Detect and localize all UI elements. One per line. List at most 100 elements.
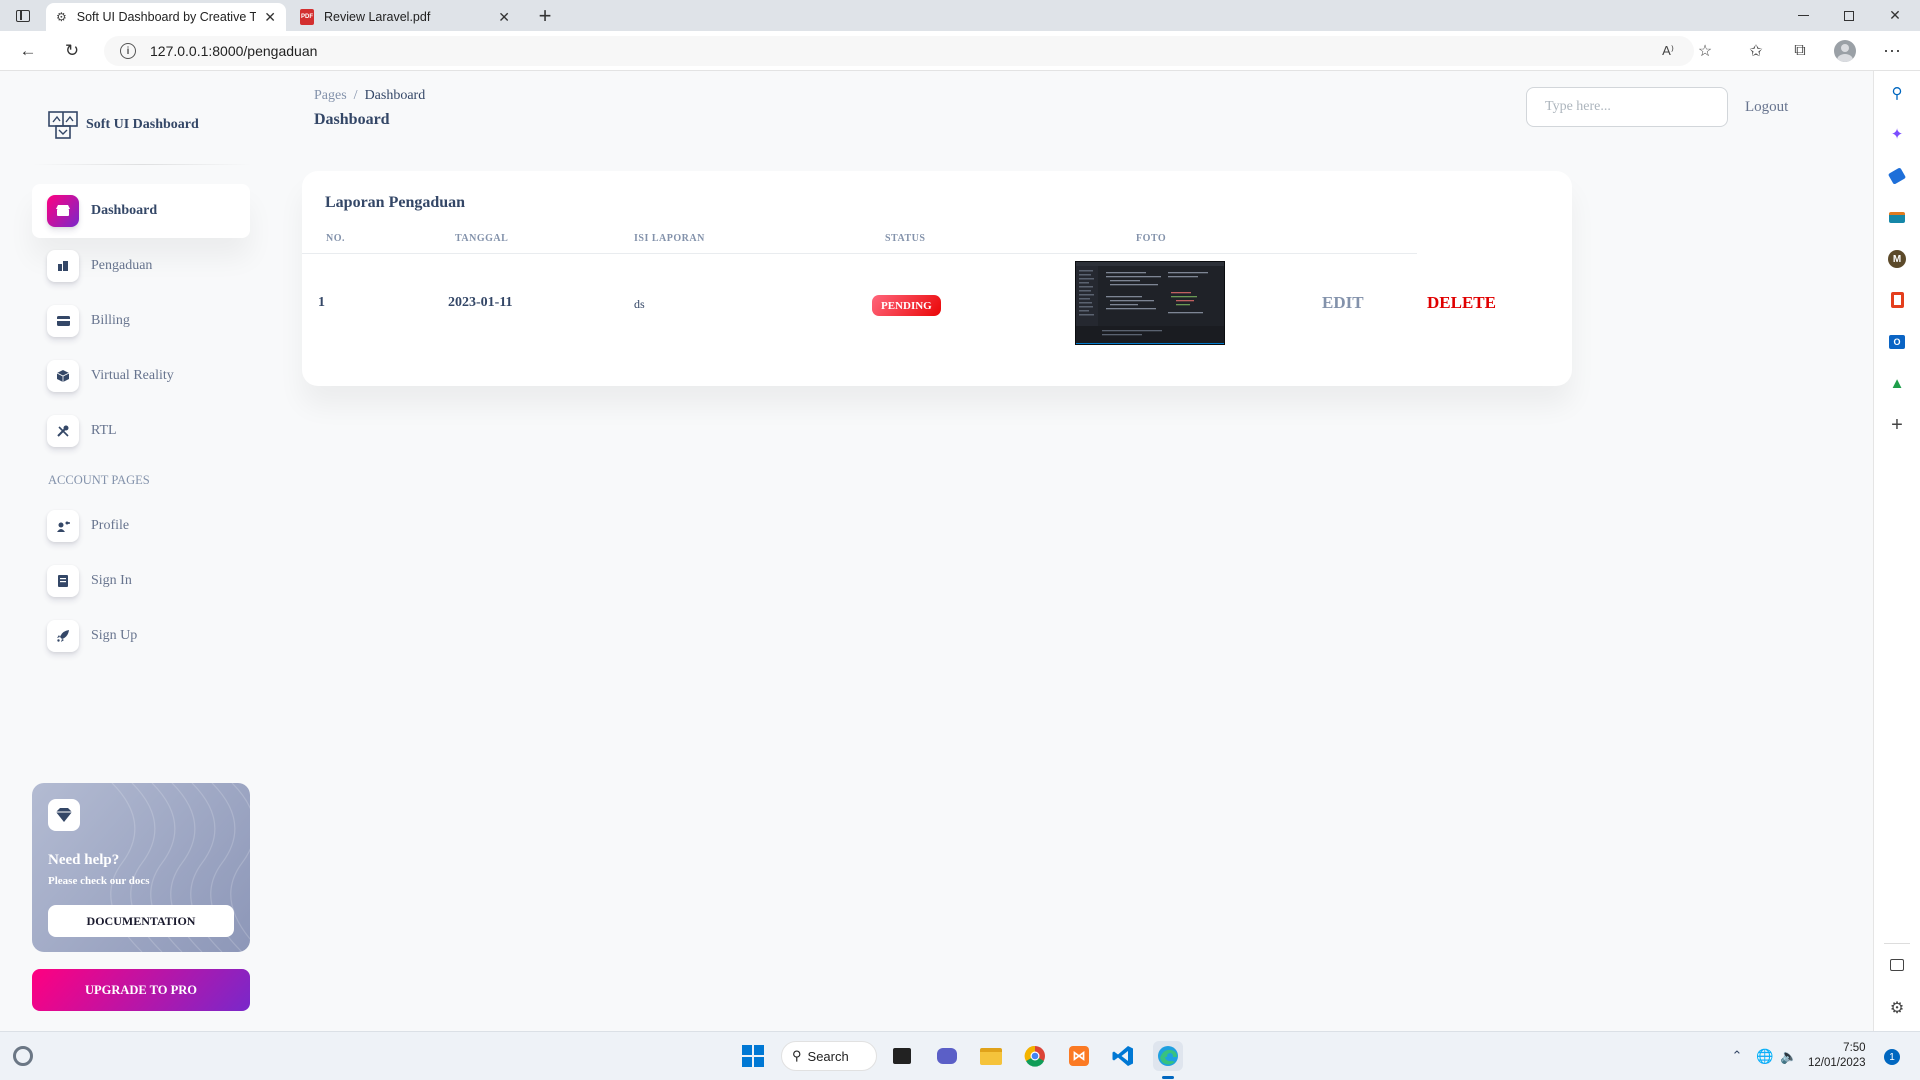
refresh-button[interactable]: ↻ — [58, 38, 86, 64]
outlook-button[interactable]: O — [1885, 330, 1909, 354]
settings-more-button[interactable]: ⋯ — [1880, 39, 1904, 63]
restore-button[interactable] — [1826, 0, 1872, 31]
edge-sidebar-divider — [1884, 943, 1910, 944]
back-button[interactable]: ← — [14, 38, 42, 64]
breadcrumb-pages-link[interactable]: Pages — [314, 88, 347, 104]
brand-name: Soft UI Dashboard — [86, 117, 199, 132]
settings-icon — [47, 415, 79, 447]
taskbar-search[interactable]: ⚲ Search — [781, 1041, 877, 1071]
upgrade-to-pro-button[interactable]: UPGRADE TO PRO — [32, 969, 250, 1011]
breadcrumb-current: Dashboard — [364, 88, 426, 103]
documentation-button[interactable]: DOCUMENTATION — [48, 905, 234, 937]
read-aloud-button[interactable]: A⁾ — [1656, 39, 1680, 63]
table-row: 1 2023-01-11 ds PENDING EDIT DELETE — [302, 255, 1572, 355]
sidebar-toggle-icon — [1890, 959, 1904, 971]
chrome-icon — [1024, 1045, 1045, 1067]
favorites-button[interactable]: ✩ — [1744, 39, 1768, 63]
help-card-subtitle: Please check our docs — [48, 875, 150, 887]
tab-title: Soft UI Dashboard by Creative Ti — [76, 10, 257, 24]
refresh-icon: ↻ — [64, 41, 80, 60]
sidebar-item-profile[interactable]: Profile — [32, 499, 250, 553]
sidebar-item-sign-in[interactable]: Sign In — [32, 554, 250, 608]
globe-icon: 🌐 — [1756, 1047, 1774, 1064]
browser-tab-strip: ⚙ Soft UI Dashboard by Creative Ti ✕ PDF… — [0, 0, 1920, 31]
gear-icon: ⚙ — [1889, 1000, 1905, 1017]
sidebar-item-label: Sign Up — [91, 628, 138, 643]
m-app-button[interactable]: M — [1885, 247, 1909, 271]
sidebar-item-pengaduan[interactable]: Pengaduan — [32, 239, 250, 293]
breadcrumb-separator: / — [353, 88, 358, 103]
office-button[interactable] — [1885, 288, 1909, 312]
chrome-button[interactable] — [1020, 1041, 1050, 1071]
outlook-icon: O — [1889, 335, 1905, 349]
taskbar: ⚲ Search ⋈ ⌃ 🌐 🔈 7:50 12/01/2023 1 — [0, 1031, 1920, 1080]
column-header-foto: FOTO — [1136, 233, 1167, 244]
start-button[interactable] — [738, 1041, 768, 1071]
minimize-button[interactable] — [1780, 0, 1826, 31]
edge-button[interactable] — [1153, 1041, 1183, 1071]
search-sidebar-button[interactable]: ⚲ — [1885, 81, 1909, 105]
report-photo[interactable] — [1075, 261, 1225, 345]
help-card: Need help? Please check our docs DOCUMEN… — [32, 783, 250, 952]
brand-divider — [32, 164, 252, 165]
tab-dashboard[interactable]: ⚙ Soft UI Dashboard by Creative Ti ✕ — [46, 3, 286, 31]
profile-button[interactable] — [1833, 39, 1857, 63]
collections-button[interactable]: ⧉ — [1788, 39, 1812, 63]
add-sidebar-app-button[interactable]: + — [1885, 413, 1909, 437]
logout-link[interactable]: Logout — [1745, 99, 1788, 116]
delete-link[interactable]: DELETE — [1427, 293, 1496, 313]
xampp-icon: ⋈ — [1069, 1046, 1089, 1066]
tools-button[interactable] — [1885, 205, 1909, 229]
chat-icon — [937, 1048, 957, 1064]
file-explorer-button[interactable] — [976, 1041, 1006, 1071]
report-card-title: Laporan Pengaduan — [325, 194, 466, 211]
taskbar-clock[interactable]: 7:50 12/01/2023 — [1808, 1041, 1866, 1071]
sidenav: Soft UI Dashboard Dashboard Pengaduan Bi… — [0, 72, 268, 1031]
sidebar-settings-button[interactable]: ⚙ — [1885, 996, 1909, 1020]
report-card: Laporan Pengaduan NO. TANGGAL ISI LAPORA… — [302, 171, 1572, 386]
plus-icon: + — [538, 2, 552, 28]
sidebar-item-dashboard[interactable]: Dashboard — [32, 184, 250, 238]
customer-support-icon — [47, 510, 79, 542]
task-view-icon — [893, 1048, 911, 1064]
close-window-button[interactable]: ✕ — [1872, 0, 1918, 31]
weather-widget[interactable] — [8, 1041, 38, 1071]
shopping-button[interactable] — [1885, 164, 1909, 188]
favorite-button[interactable]: ☆ — [1693, 39, 1717, 63]
drop-button[interactable]: ▲ — [1885, 371, 1909, 395]
sidebar-item-virtual-reality[interactable]: Virtual Reality — [32, 349, 250, 403]
edit-link[interactable]: EDIT — [1322, 293, 1364, 313]
address-bar[interactable]: i 127.0.0.1:8000/pengaduan — [104, 36, 1694, 66]
site-info-icon[interactable]: i — [120, 43, 136, 59]
show-hidden-icons-button[interactable]: ⌃ — [1722, 1041, 1752, 1071]
minimize-icon — [1797, 14, 1809, 17]
search-input[interactable] — [1526, 87, 1728, 127]
brand-logo-icon — [48, 111, 78, 139]
new-tab-button[interactable]: + — [522, 0, 568, 31]
arrow-left-icon: ← — [19, 41, 37, 60]
tab-review-pdf[interactable]: PDF Review Laravel.pdf ✕ — [290, 3, 520, 31]
sidebar-item-label: Profile — [91, 518, 130, 533]
office-icon — [47, 250, 79, 282]
copilot-button[interactable]: ✦ — [1885, 122, 1909, 146]
teams-chat-button[interactable] — [932, 1041, 962, 1071]
tab-actions-button[interactable] — [0, 0, 46, 31]
vscode-button[interactable] — [1108, 1041, 1138, 1071]
xampp-button[interactable]: ⋈ — [1064, 1041, 1094, 1071]
sidebar-item-billing[interactable]: Billing — [32, 294, 250, 348]
tab-title: Review Laravel.pdf — [324, 10, 431, 24]
favorites-list-icon: ✩ — [1749, 43, 1763, 60]
cell-tanggal: 2023-01-11 — [448, 295, 513, 310]
task-view-button[interactable] — [887, 1041, 917, 1071]
clock-date: 12/01/2023 — [1808, 1057, 1866, 1069]
hide-sidebar-button[interactable] — [1885, 953, 1909, 977]
notification-badge[interactable]: 1 — [1884, 1049, 1900, 1065]
sidebar-item-sign-up[interactable]: Sign Up — [32, 609, 250, 663]
m-app-icon: M — [1888, 250, 1906, 268]
sidebar-item-label: Billing — [91, 313, 130, 328]
tab-close-icon[interactable]: ✕ — [264, 9, 276, 26]
volume-button[interactable]: 🔈 — [1774, 1041, 1804, 1071]
sidebar-item-rtl[interactable]: RTL — [32, 404, 250, 458]
tab-close-icon[interactable]: ✕ — [498, 9, 510, 26]
brand-link[interactable]: Soft UI Dashboard — [48, 110, 199, 140]
